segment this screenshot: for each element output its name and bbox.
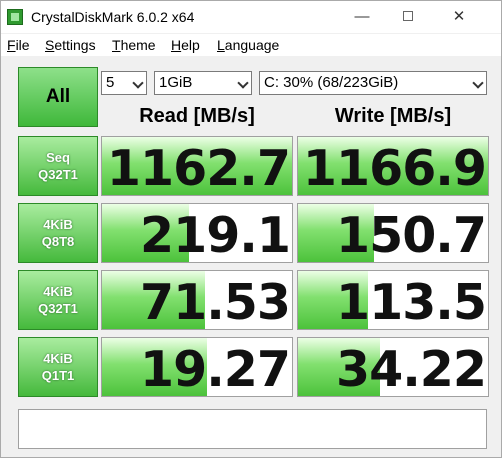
menu-settings-label: ettings (54, 37, 96, 53)
menu-language-accel: L (217, 37, 225, 53)
test-seq-q32t1-button[interactable]: Seq Q32T1 (18, 136, 98, 196)
read-value: 1162.7 (106, 140, 291, 196)
write-value: 150.7 (336, 207, 487, 263)
read-result-4kib-q1t1: 19.27 (101, 337, 293, 397)
window-title: CrystalDiskMark 6.0.2 x64 (31, 9, 195, 25)
drive-select[interactable]: C: 30% (68/223GiB) (259, 71, 487, 95)
test-count-value: 5 (106, 74, 115, 91)
write-column-header: Write [MB/s] (334, 105, 452, 127)
menu-language-label: anguage (224, 37, 280, 53)
test-label-line2: Q32T1 (38, 167, 78, 182)
test-label-line2: Q8T8 (41, 234, 75, 249)
menu-file[interactable]: File (7, 37, 30, 53)
test-label-line1: 4KiB (43, 284, 73, 299)
crystaldiskmark-app-icon (7, 9, 23, 25)
test-count-select[interactable]: 5 (101, 71, 147, 95)
read-result-seq-q32t1: 1162.7 (101, 136, 293, 196)
chevron-down-icon (132, 77, 144, 89)
test-label-line1: Seq (46, 150, 70, 165)
test-label-line1: 4KiB (43, 351, 73, 366)
menu-theme-accel: T (112, 37, 121, 53)
close-button[interactable]: ✕ (431, 1, 487, 33)
menu-bar: File Settings Theme Help Language (1, 34, 501, 56)
menu-theme[interactable]: Theme (112, 37, 156, 53)
menu-language[interactable]: Language (217, 37, 279, 53)
menu-file-accel: F (7, 37, 16, 53)
title-bar: CrystalDiskMark 6.0.2 x64 — ✕ (1, 1, 501, 33)
write-result-seq-q32t1: 1166.9 (297, 136, 489, 196)
chevron-down-icon (237, 77, 249, 89)
maximize-icon (403, 10, 413, 21)
test-4kib-q8t8-button[interactable]: 4KiB Q8T8 (18, 203, 98, 263)
read-result-4kib-q32t1: 71.53 (101, 270, 293, 330)
write-value: 1166.9 (302, 140, 487, 196)
write-value: 34.22 (336, 341, 487, 397)
read-value: 219.1 (140, 207, 291, 263)
menu-help-accel: H (171, 37, 182, 53)
drive-value: C: 30% (68/223GiB) (264, 74, 399, 91)
test-label-line1: 4KiB (43, 217, 73, 232)
test-size-select[interactable]: 1GiB (154, 71, 252, 95)
menu-settings-accel: S (45, 37, 55, 53)
minimize-button[interactable]: — (339, 1, 385, 33)
menu-help[interactable]: Help (171, 37, 200, 53)
status-comment-field[interactable] (18, 409, 487, 449)
test-4kib-q1t1-button[interactable]: 4KiB Q1T1 (18, 337, 98, 397)
test-label-line2: Q32T1 (38, 301, 78, 316)
menu-file-label: ile (15, 37, 30, 53)
write-result-4kib-q1t1: 34.22 (297, 337, 489, 397)
run-all-button[interactable]: All (18, 67, 98, 127)
benchmark-panel: All 5 1GiB C: 30% (68/223GiB) Read [MB/s… (13, 61, 493, 457)
write-result-4kib-q32t1: 113.5 (297, 270, 489, 330)
test-label-line2: Q1T1 (41, 368, 75, 383)
read-result-4kib-q8t8: 219.1 (101, 203, 293, 263)
chevron-down-icon (472, 77, 484, 89)
read-value: 19.27 (140, 341, 291, 397)
test-size-value: 1GiB (159, 74, 193, 91)
maximize-button[interactable] (385, 1, 431, 33)
read-value: 71.53 (140, 274, 291, 330)
menu-settings[interactable]: Settings (45, 37, 96, 53)
write-result-4kib-q8t8: 150.7 (297, 203, 489, 263)
write-value: 113.5 (336, 274, 487, 330)
menu-help-label: elp (181, 37, 200, 53)
app-window: CrystalDiskMark 6.0.2 x64 — ✕ File Setti… (0, 0, 502, 458)
menu-theme-label: heme (120, 37, 156, 53)
read-column-header: Read [MB/s] (139, 105, 255, 127)
test-4kib-q32t1-button[interactable]: 4KiB Q32T1 (18, 270, 98, 330)
